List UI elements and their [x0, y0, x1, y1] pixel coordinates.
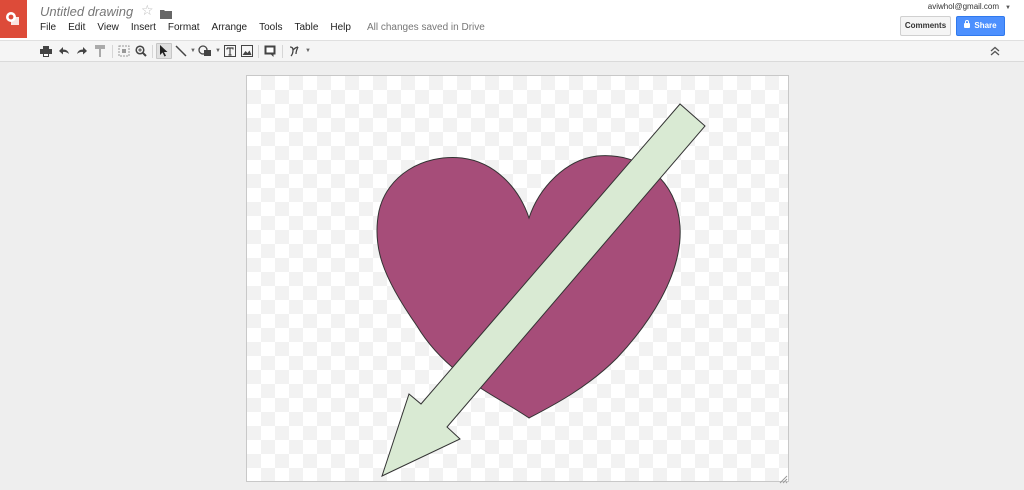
menubar: File Edit View Insert Format Arrange Too… [34, 21, 485, 37]
menu-view[interactable]: View [91, 21, 125, 37]
menu-edit[interactable]: Edit [62, 21, 91, 37]
comment-icon[interactable] [262, 43, 278, 59]
account-menu[interactable]: aviwhol@gmail.com ▼ [928, 2, 1011, 11]
app-header: Untitled drawing ☆ File Edit View Insert… [0, 0, 1024, 40]
drawings-logo-icon [6, 12, 19, 25]
zoom-icon[interactable] [133, 43, 149, 59]
line-icon[interactable] [173, 43, 189, 59]
line-dropdown-caret[interactable]: ▼ [190, 48, 196, 54]
toolbar: ▼ ▼ ▼ [0, 40, 1024, 62]
shape-dropdown-caret[interactable]: ▼ [215, 48, 221, 54]
share-button[interactable]: Share [956, 16, 1005, 36]
lock-icon [964, 20, 971, 28]
text-box-icon[interactable] [222, 43, 238, 59]
image-icon[interactable] [239, 43, 255, 59]
menu-tools[interactable]: Tools [253, 21, 288, 37]
star-icon[interactable]: ☆ [141, 2, 154, 19]
shape-icon[interactable] [197, 43, 213, 59]
drawing-shapes [376, 103, 706, 477]
menu-table[interactable]: Table [288, 21, 324, 37]
resize-grip[interactable] [778, 471, 788, 484]
select-all-icon[interactable] [116, 43, 132, 59]
paint-format-icon[interactable] [92, 43, 108, 59]
share-label: Share [974, 21, 997, 30]
document-title[interactable]: Untitled drawing [40, 4, 133, 19]
undo-icon[interactable] [56, 43, 72, 59]
select-pointer-icon[interactable] [156, 43, 172, 59]
collapse-toolbar-icon[interactable] [987, 43, 1003, 59]
canvas-area [0, 63, 1024, 490]
account-email: aviwhol@gmail.com [927, 2, 1000, 11]
menu-arrange[interactable]: Arrange [206, 21, 254, 37]
format-options-icon[interactable] [286, 43, 302, 59]
format-options-caret[interactable]: ▼ [305, 48, 311, 54]
menu-insert[interactable]: Insert [125, 21, 162, 37]
menu-format[interactable]: Format [162, 21, 206, 37]
menu-file[interactable]: File [34, 21, 62, 37]
toolbar-divider [258, 45, 259, 58]
print-icon[interactable] [38, 43, 54, 59]
chevron-down-icon: ▼ [1005, 5, 1011, 11]
drawing-canvas[interactable] [246, 75, 789, 484]
toolbar-divider [112, 45, 113, 58]
toolbar-divider [152, 45, 153, 58]
toolbar-divider [282, 45, 283, 58]
menu-help[interactable]: Help [324, 21, 357, 37]
drawings-logo[interactable] [0, 0, 27, 38]
comments-button[interactable]: Comments [900, 16, 951, 36]
save-status: All changes saved in Drive [366, 22, 485, 33]
redo-icon[interactable] [74, 43, 90, 59]
